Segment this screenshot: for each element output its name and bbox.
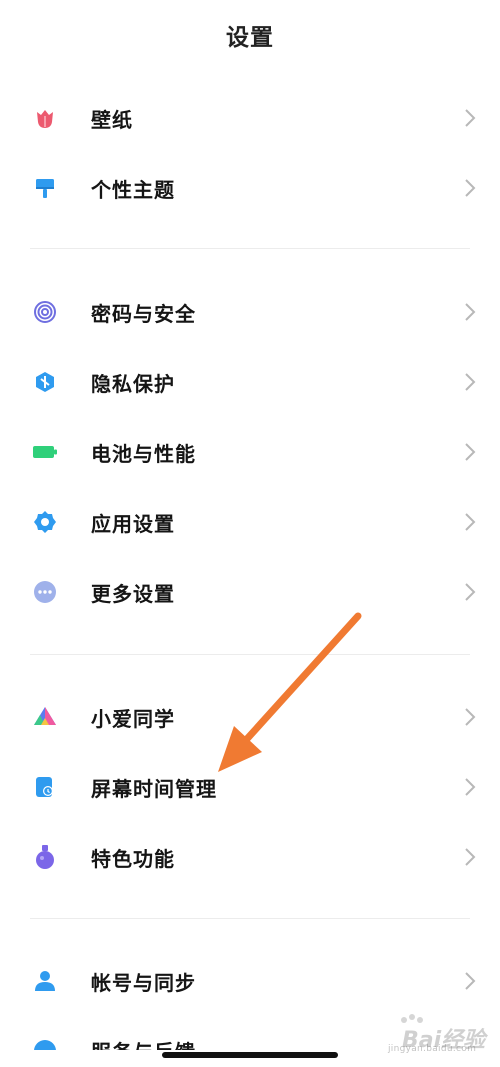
settings-item-label: 个性主题 (91, 177, 175, 202)
settings-item-privacy[interactable]: 隐私保护 (0, 347, 500, 417)
settings-item-account-sync[interactable]: 帐号与同步 (0, 946, 500, 1016)
chevron-right-icon (465, 443, 476, 461)
settings-item-battery-performance[interactable]: 电池与性能 (0, 417, 500, 487)
chevron-right-icon (465, 109, 476, 127)
chevron-right-icon (465, 848, 476, 866)
settings-item-label: 应用设置 (91, 511, 175, 536)
settings-item-more-settings[interactable]: 更多设置 (0, 557, 500, 627)
section-divider (30, 248, 470, 249)
settings-item-special-features[interactable]: 特色功能 (0, 822, 500, 892)
settings-item-label: 电池与性能 (91, 441, 196, 466)
chevron-right-icon (465, 972, 476, 990)
chevron-right-icon (465, 778, 476, 796)
account-user-icon (32, 968, 58, 994)
home-indicator[interactable] (162, 1052, 338, 1058)
settings-item-label: 屏幕时间管理 (91, 776, 217, 801)
settings-item-password-security[interactable]: 密码与安全 (0, 277, 500, 347)
app-settings-gear-icon (32, 509, 58, 535)
service-feedback-icon (32, 1038, 58, 1050)
watermark-subtext: jingyan.baidu.com (388, 1044, 477, 1054)
section-divider (30, 654, 470, 655)
settings-item-app-settings[interactable]: 应用设置 (0, 487, 500, 557)
settings-item-label: 小爱同学 (91, 706, 175, 731)
settings-item-label: 隐私保护 (91, 371, 175, 396)
screen-time-icon (32, 774, 58, 800)
chevron-right-icon (465, 708, 476, 726)
chevron-right-icon (465, 179, 476, 197)
chevron-right-icon (465, 513, 476, 531)
chevron-right-icon (465, 373, 476, 391)
settings-item-xiaoai[interactable]: 小爱同学 (0, 682, 500, 752)
chevron-right-icon (465, 583, 476, 601)
settings-item-wallpaper[interactable]: 壁纸 (0, 83, 500, 153)
settings-item-label: 服务与反馈 (91, 1036, 196, 1050)
settings-item-label: 密码与安全 (91, 301, 196, 326)
more-dots-icon (32, 579, 58, 605)
fingerprint-icon (32, 299, 58, 325)
battery-icon (32, 439, 58, 465)
wallpaper-icon (32, 105, 58, 131)
settings-item-screen-time[interactable]: 屏幕时间管理 (0, 752, 500, 822)
settings-item-label: 特色功能 (91, 846, 175, 871)
settings-item-label: 更多设置 (91, 581, 175, 606)
settings-item-theme[interactable]: 个性主题 (0, 153, 500, 223)
page-title: 设置 (226, 25, 274, 51)
section-divider (30, 918, 470, 919)
settings-item-label: 帐号与同步 (91, 970, 196, 995)
settings-item-label: 壁纸 (91, 107, 133, 132)
xiaoai-assistant-icon (32, 704, 58, 730)
theme-brush-icon (32, 175, 58, 201)
chevron-right-icon (465, 303, 476, 321)
privacy-shield-icon (32, 369, 58, 395)
flask-icon (32, 844, 58, 870)
